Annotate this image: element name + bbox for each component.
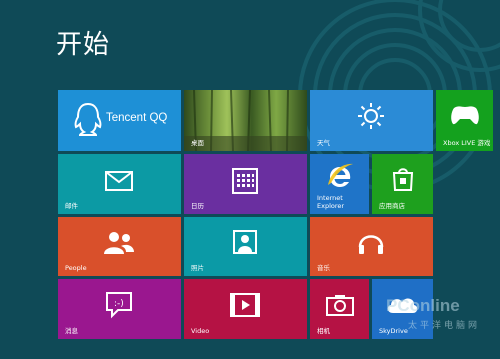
sun-icon: [358, 103, 384, 129]
tile-store[interactable]: 应用商店: [372, 154, 433, 214]
tile-people[interactable]: People: [58, 217, 181, 276]
photo-portrait-icon: [233, 230, 257, 254]
tile-desktop-label: 桌面: [191, 139, 204, 147]
tile-mail-label: 邮件: [65, 202, 78, 210]
people-icon: [104, 232, 134, 254]
tile-tencent-qq[interactable]: Tencent QQ: [58, 90, 181, 151]
tile-internet-explorer-label: Internet Explorer: [317, 194, 345, 210]
tile-messaging[interactable]: :-) 消息: [58, 279, 181, 339]
tile-photos[interactable]: 照片: [184, 217, 307, 276]
tile-camera[interactable]: 相机: [310, 279, 369, 339]
tile-skydrive-label: SkyDrive: [379, 327, 408, 335]
tile-internet-explorer[interactable]: Internet Explorer: [310, 154, 369, 214]
tile-music[interactable]: 音乐: [310, 217, 433, 276]
tile-video-label: Video: [191, 327, 210, 335]
tile-calendar[interactable]: 日历: [184, 154, 307, 214]
tile-messaging-label: 消息: [65, 327, 78, 335]
tile-weather[interactable]: 天气: [310, 90, 433, 151]
chat-bubble-icon: :-): [106, 292, 132, 319]
camera-icon: [326, 295, 354, 316]
calendar-icon: [232, 168, 258, 194]
tile-photos-label: 照片: [191, 264, 204, 272]
tile-music-label: 音乐: [317, 264, 330, 272]
watermark-subtitle: 太平洋电脑网: [408, 321, 481, 331]
tile-xbox-live-games-label: Xbox LIVE 游戏: [443, 139, 491, 147]
tile-store-label: 应用商店: [379, 202, 405, 210]
video-play-icon: [230, 293, 260, 317]
headphones-icon: [358, 235, 384, 254]
tile-camera-label: 相机: [317, 327, 330, 335]
tile-mail[interactable]: 邮件: [58, 154, 181, 214]
envelope-icon: [105, 171, 133, 191]
internet-explorer-icon: [328, 163, 353, 187]
tile-people-label: People: [65, 264, 87, 272]
svg-text::-): :-): [114, 299, 124, 309]
watermark-logo: PConline: [386, 296, 460, 315]
gamepad-icon: [451, 106, 479, 125]
page-title: 开始: [56, 30, 111, 60]
qq-penguin-icon: [74, 102, 102, 136]
tile-weather-label: 天气: [317, 139, 330, 147]
tile-video[interactable]: Video: [184, 279, 307, 339]
tile-xbox-live-games[interactable]: Xbox LIVE 游戏: [436, 90, 493, 151]
tile-desktop[interactable]: 桌面: [184, 90, 307, 151]
shopping-bag-icon: [392, 168, 414, 191]
tile-calendar-label: 日历: [191, 202, 204, 210]
tile-tencent-qq-label: Tencent QQ: [106, 112, 168, 124]
